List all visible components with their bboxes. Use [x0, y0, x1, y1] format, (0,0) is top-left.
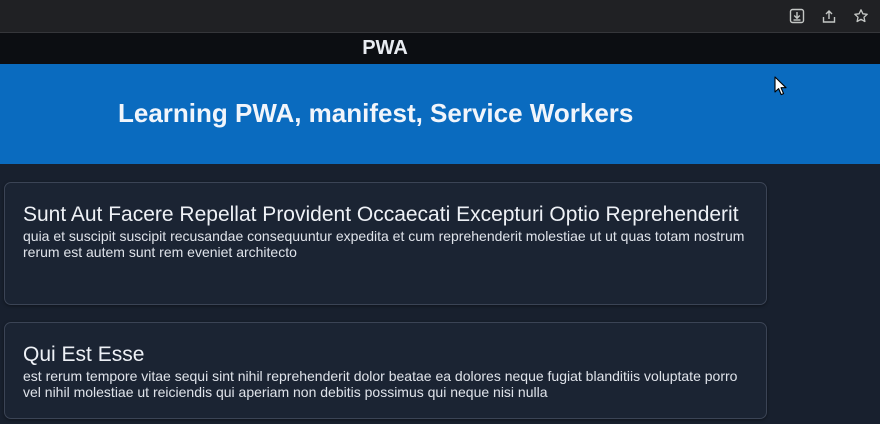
share-icon[interactable] [818, 6, 840, 26]
app-title: PWA [362, 37, 408, 59]
hero-title: Learning PWA, manifest, Service Workers [118, 98, 634, 128]
mouse-cursor-icon [774, 76, 788, 101]
browser-toolbar [0, 0, 880, 33]
app-header: PWA [0, 33, 880, 64]
post-title: Sunt Aut Facere Repellat Provident Occae… [23, 203, 739, 226]
browser-actions [786, 6, 872, 26]
star-icon[interactable] [850, 6, 872, 26]
post-card[interactable]: Sunt Aut Facere Repellat Provident Occae… [4, 182, 767, 305]
post-title: Qui Est Esse [23, 343, 145, 366]
post-body: quia et suscipit suscipit recusandae con… [23, 228, 745, 260]
hero-banner: Learning PWA, manifest, Service Workers [0, 64, 880, 164]
download-icon[interactable] [786, 6, 808, 26]
post-body: est rerum tempore vitae sequi sint nihil… [23, 368, 738, 400]
post-card[interactable]: Qui Est Esse est rerum tempore vitae seq… [4, 322, 767, 419]
